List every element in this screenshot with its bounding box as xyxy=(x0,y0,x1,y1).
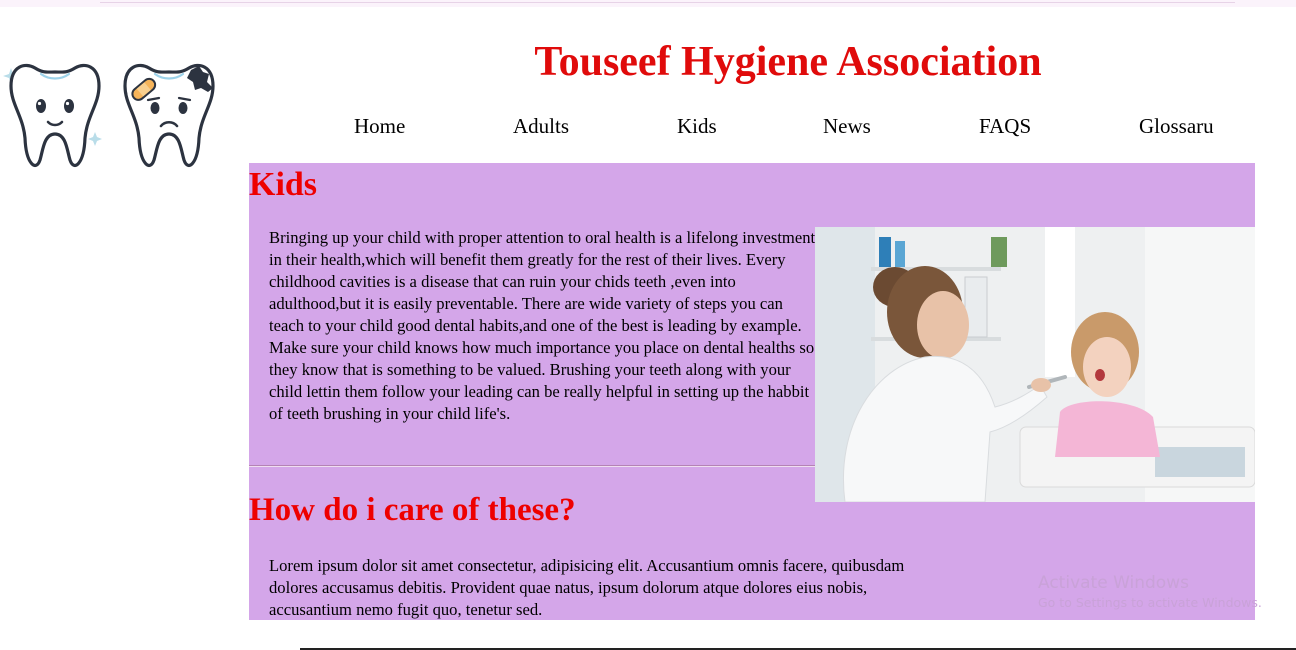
dentist-child-photo xyxy=(815,227,1255,502)
care-heading: How do i care of these? xyxy=(249,492,576,528)
top-strip xyxy=(0,0,1296,7)
kids-paragraph: Bringing up your child with proper atten… xyxy=(269,228,816,423)
nav-kids[interactable]: Kids xyxy=(677,113,717,139)
watermark-subtitle: Go to Settings to activate Windows. xyxy=(1038,595,1262,610)
nav-home[interactable]: Home xyxy=(354,113,405,139)
kids-heading: Kids xyxy=(249,166,318,203)
nav-faqs[interactable]: FAQS xyxy=(979,113,1031,139)
nav-adults[interactable]: Adults xyxy=(513,113,569,139)
nav-news[interactable]: News xyxy=(823,113,871,139)
watermark-title: Activate Windows xyxy=(1038,573,1189,593)
activate-windows-watermark: Activate Windows Go to Settings to activ… xyxy=(1038,572,1262,612)
content-panel: Kids Bringing up your child with proper … xyxy=(249,163,1255,620)
section-divider xyxy=(249,465,815,467)
logo xyxy=(3,60,223,180)
top-divider xyxy=(100,2,1235,3)
care-paragraph: Lorem ipsum dolor sit amet consectetur, … xyxy=(269,556,905,619)
teeth-icon xyxy=(3,63,215,167)
nav-glossary[interactable]: Glossaru xyxy=(1139,113,1214,139)
site-title: Touseef Hygiene Association xyxy=(534,39,1042,85)
